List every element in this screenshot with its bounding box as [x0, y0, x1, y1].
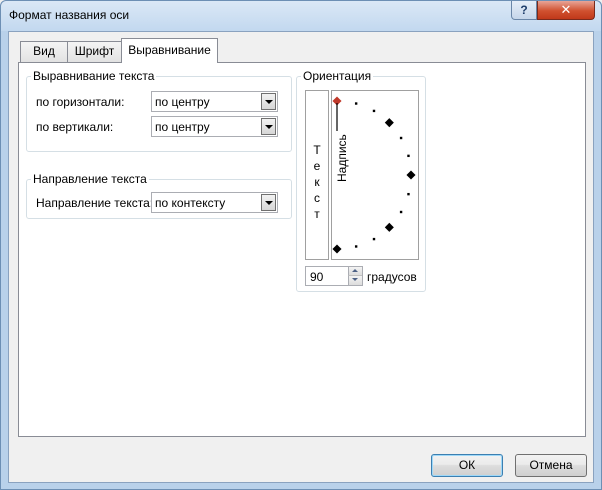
orientation-dial-tick[interactable]	[354, 102, 358, 105]
tab-font[interactable]: Шрифт	[67, 41, 122, 62]
orientation-dial-tick[interactable]	[407, 192, 410, 196]
vertical-text-char: с	[314, 191, 320, 205]
close-button[interactable]: ✕	[537, 1, 595, 20]
vertical-text-char: т	[314, 207, 320, 221]
degrees-value: 90	[310, 270, 324, 284]
orientation-dial-tick[interactable]	[384, 222, 394, 232]
text-direction-value: по контексту	[155, 196, 226, 210]
orientation-dial-tick[interactable]	[399, 136, 403, 140]
orientation-dial-tick[interactable]	[372, 109, 376, 113]
orientation-group: Ориентация Т е к с т Надпись 90 градусов	[296, 69, 426, 292]
orientation-dial-graphic[interactable]: Надпись	[332, 91, 418, 259]
text-direction-select[interactable]: по контексту	[151, 192, 278, 213]
help-button[interactable]: ?	[511, 1, 537, 20]
text-alignment-group: Выравнивание текста по горизонтали: по ц…	[26, 69, 292, 152]
orientation-dial-tick[interactable]	[332, 244, 342, 254]
vertical-alignment-value: по центру	[155, 120, 210, 134]
horizontal-alignment-select[interactable]: по центру	[151, 91, 278, 112]
dialog-window: Формат названия оси ? ✕ Вид Шрифт Выравн…	[0, 0, 602, 490]
rotated-label: Надпись	[335, 134, 349, 182]
horizontal-alignment-value: по центру	[155, 95, 210, 109]
orientation-group-title: Ориентация	[301, 69, 374, 83]
alignment-tab-panel: Выравнивание текста по горизонтали: по ц…	[18, 62, 586, 437]
ok-button[interactable]: ОК	[431, 454, 503, 477]
chevron-down-icon[interactable]	[261, 194, 276, 211]
orientation-dial-tick[interactable]	[399, 210, 403, 214]
orientation-dial-tick[interactable]	[407, 154, 410, 158]
spin-down-icon[interactable]	[348, 276, 362, 285]
window-title: Формат названия оси	[9, 8, 130, 22]
vertical-label: по вертикали:	[36, 120, 114, 134]
tab-view[interactable]: Вид	[20, 41, 68, 62]
chevron-down-icon[interactable]	[261, 118, 276, 135]
cancel-button[interactable]: Отмена	[515, 454, 587, 477]
text-alignment-group-title: Выравнивание текста	[31, 69, 157, 83]
orientation-dial-tick[interactable]	[384, 118, 394, 128]
vertical-text-char: е	[313, 159, 321, 173]
degrees-unit-label: градусов	[367, 270, 417, 284]
vertical-alignment-select[interactable]: по центру	[151, 116, 278, 137]
horizontal-label: по горизонтали:	[36, 95, 125, 109]
vertical-text-char: Т	[313, 143, 321, 157]
chevron-down-icon[interactable]	[261, 93, 276, 110]
title-bar: Формат названия оси ? ✕	[1, 1, 601, 31]
degrees-spinner[interactable]: 90	[305, 266, 363, 286]
tab-alignment[interactable]: Выравнивание	[121, 38, 218, 63]
orientation-dial[interactable]: Надпись	[331, 90, 419, 260]
vertical-text-toggle[interactable]: Т е к с т	[305, 90, 329, 260]
dialog-client-area: Вид Шрифт Выравнивание Выравнивание текс…	[8, 31, 594, 483]
text-direction-label: Направление текста:	[36, 196, 154, 210]
orientation-dial-tick[interactable]	[354, 245, 358, 248]
text-direction-group-title: Направление текста	[31, 172, 149, 186]
orientation-dial-tick[interactable]	[372, 237, 376, 241]
spin-up-icon[interactable]	[348, 267, 362, 276]
text-direction-group: Направление текста Направление текста: п…	[26, 172, 292, 219]
vertical-text-char: к	[314, 175, 320, 189]
orientation-dial-tick[interactable]	[406, 170, 416, 180]
